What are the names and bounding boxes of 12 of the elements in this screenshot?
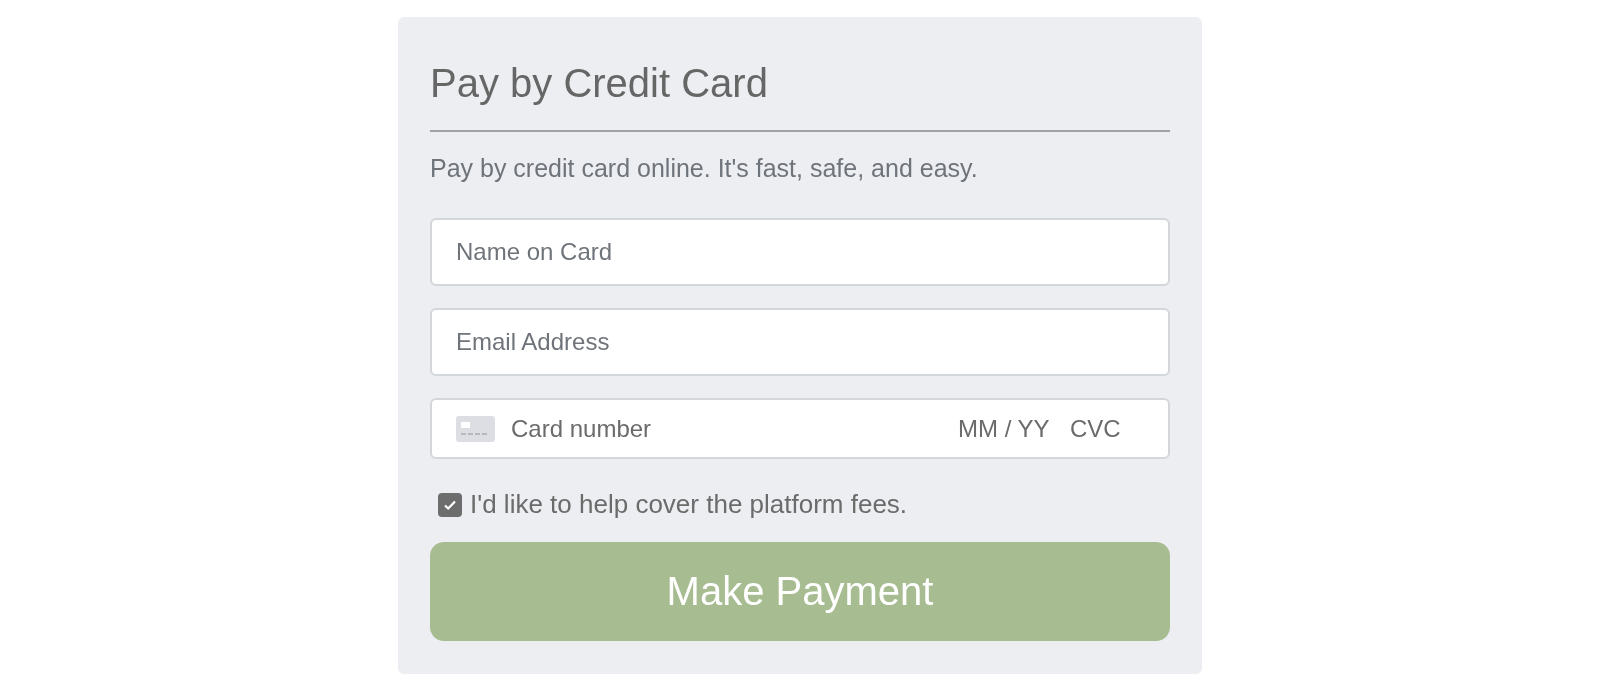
text-field[interactable]: Email Address (430, 308, 1170, 376)
card-field[interactable]: Card number MM / YY CVC (430, 398, 1170, 459)
card-number-input[interactable]: Card number (511, 410, 942, 447)
make-payment-button[interactable]: Make Payment (430, 542, 1170, 641)
form-title: Pay by Credit Card (430, 61, 769, 105)
form-description: Pay by credit card online. It's fast, safe, and easy. (430, 154, 979, 182)
credit-card-icon (456, 415, 495, 442)
text-field[interactable]: Name on Card (430, 218, 1170, 286)
expiry-input[interactable]: MM / YY (958, 410, 1054, 447)
cvc-input[interactable]: CVC (1070, 410, 1128, 447)
checkbox[interactable] (438, 492, 462, 517)
checkbox-label: I'd like to help cover the platform fees. (470, 489, 908, 520)
